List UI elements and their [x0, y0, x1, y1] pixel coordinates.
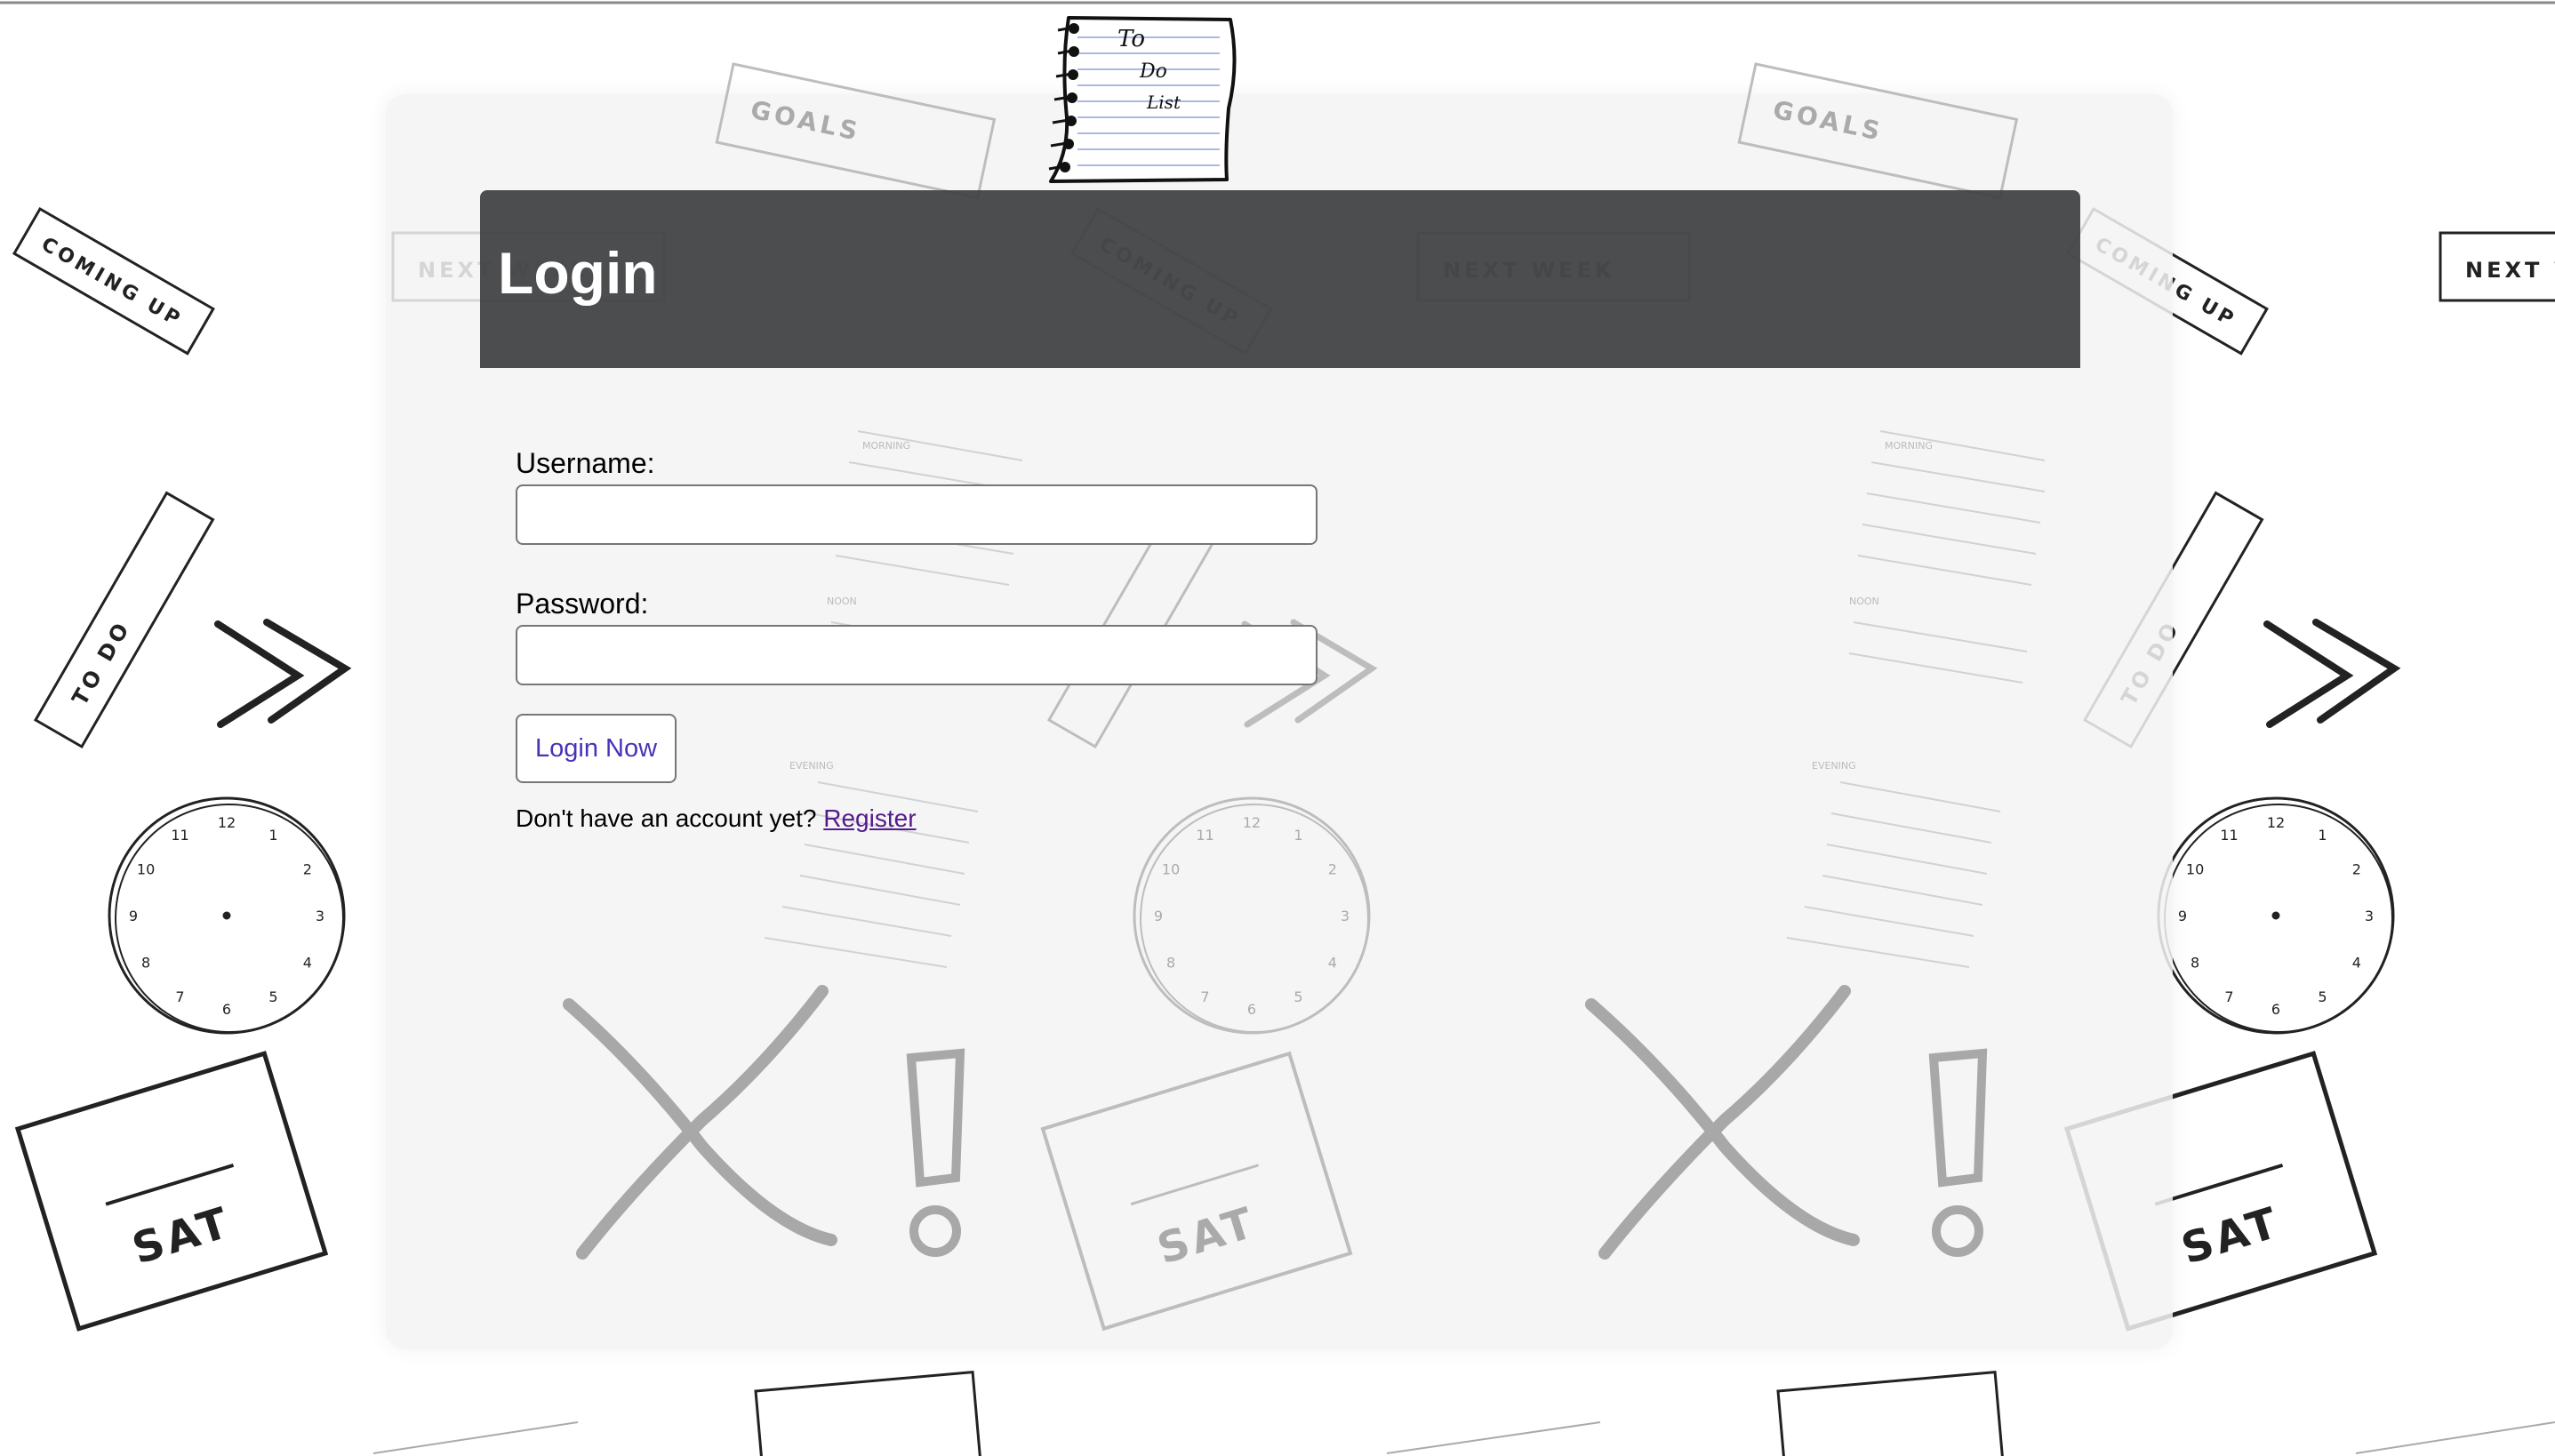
clock-icon: 121234567891011	[108, 796, 346, 1035]
svg-text:List: List	[1146, 92, 1181, 113]
svg-text:TO DO: TO DO	[68, 616, 136, 709]
clock-number: 1	[2318, 827, 2327, 844]
svg-text:COMING UP: COMING UP	[37, 233, 187, 332]
username-field-group: Username:	[516, 449, 1318, 545]
svg-text:SAT: SAT	[2176, 1197, 2287, 1275]
clock-number: 8	[141, 955, 150, 972]
to-do-list-logo: To Do List	[1048, 16, 1237, 183]
clock-number: 5	[2318, 988, 2327, 1005]
sat-sticker: SAT	[14, 1051, 329, 1332]
clock-number: 6	[2271, 1001, 2280, 1018]
clock-number: 7	[175, 988, 184, 1005]
clock-number: 2	[2352, 861, 2361, 878]
svg-text:NEXT WEEK: NEXT WEEK	[2465, 258, 2555, 283]
to-do-sticker: TO DO	[33, 491, 215, 749]
username-input[interactable]	[516, 484, 1318, 545]
no-account-text: Don't have an account yet?	[516, 804, 817, 832]
clock-number: 12	[218, 814, 236, 831]
clock-number: 10	[137, 861, 155, 878]
register-link[interactable]: Register	[823, 804, 916, 832]
chevron-icon	[214, 619, 352, 728]
clock-number: 7	[2224, 988, 2233, 1005]
clock-number: 4	[2352, 955, 2361, 972]
clock-number: 9	[129, 908, 138, 924]
clock-number: 12	[2267, 814, 2285, 831]
svg-text:To: To	[1117, 26, 1145, 52]
username-label: Username:	[516, 447, 655, 479]
password-field-group: Password:	[516, 589, 1318, 685]
login-button[interactable]: Login Now	[516, 714, 677, 783]
clock-number: 5	[268, 988, 277, 1005]
clock-number: 10	[2186, 861, 2204, 878]
coming-up-sticker: COMING UP	[12, 206, 215, 356]
svg-text:SAT: SAT	[127, 1197, 237, 1275]
password-input[interactable]	[516, 625, 1318, 685]
clock-number: 11	[171, 827, 188, 844]
page-title: Login	[498, 240, 658, 306]
clock-icon: 121234567891011	[2157, 796, 2395, 1035]
svg-text:Do: Do	[1139, 60, 1167, 83]
clock-number: 2	[303, 861, 312, 878]
clock-number: 4	[303, 955, 312, 972]
login-header: Login	[480, 190, 2080, 368]
clock-number: 3	[2365, 908, 2374, 924]
register-prompt: Don't have an account yet? Register	[516, 804, 917, 833]
clock-number: 1	[268, 827, 277, 844]
next-week-sticker: NEXT WEEK	[2439, 231, 2555, 302]
clock-number: 8	[2191, 955, 2199, 972]
clock-number: 11	[2220, 827, 2238, 844]
clock-number: 9	[2178, 908, 2187, 924]
chevron-icon	[2263, 619, 2401, 728]
clock-number: 3	[316, 908, 324, 924]
password-label: Password:	[516, 588, 649, 620]
clock-number: 6	[222, 1001, 231, 1018]
